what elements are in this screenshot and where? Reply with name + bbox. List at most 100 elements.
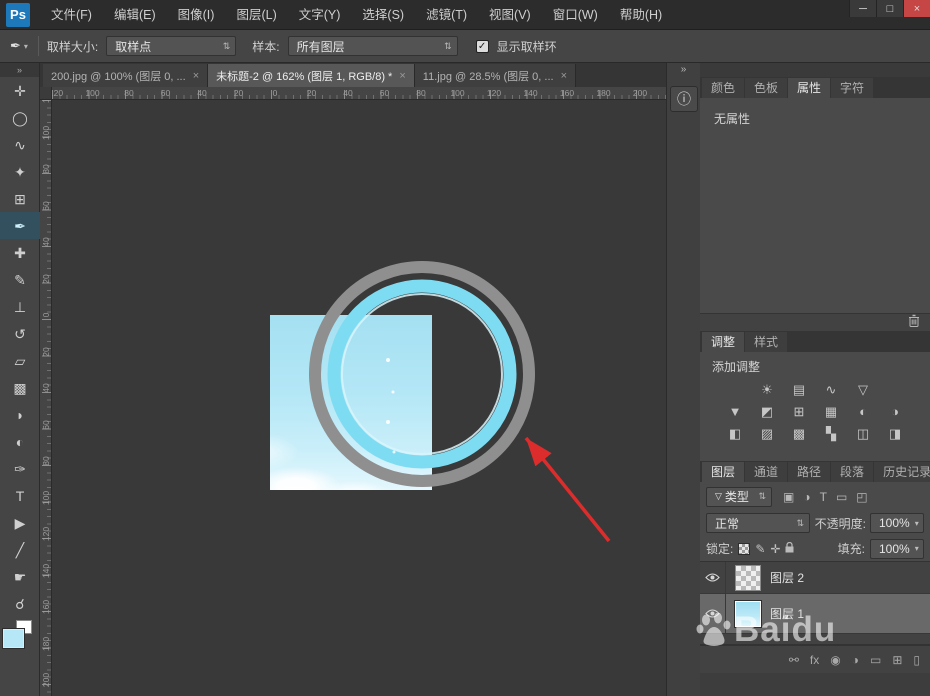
invert-icon[interactable]: ▨ xyxy=(756,426,778,441)
layer-row-1[interactable]: 图层 1 xyxy=(700,594,930,634)
gradient-tool-icon[interactable]: ▩ xyxy=(0,374,40,401)
menu-item-6[interactable]: 滤镜(T) xyxy=(415,0,478,30)
panel-tab-group1_tabs-2[interactable]: 属性 xyxy=(788,78,830,98)
hue-saturation-icon[interactable]: ◩ xyxy=(756,404,778,419)
type-tool-icon[interactable]: T xyxy=(0,482,40,509)
sample-select[interactable]: 所有图层 ⇅ xyxy=(288,36,458,56)
layer-thumbnail-0[interactable] xyxy=(735,565,761,591)
menu-item-7[interactable]: 视图(V) xyxy=(478,0,542,30)
blend-mode-select[interactable]: 正常 ⇅ xyxy=(706,513,810,533)
show-sample-ring-checkbox[interactable]: ✓ xyxy=(476,40,489,53)
layer-thumbnail-1[interactable] xyxy=(735,601,761,627)
color-lookup-icon[interactable]: ◧ xyxy=(724,426,746,441)
panel-tab-group1_tabs-0[interactable]: 颜色 xyxy=(702,78,744,98)
layer-mask-icon[interactable]: ◉ xyxy=(830,654,840,666)
visibility-eye-icon[interactable] xyxy=(700,594,726,633)
pen-tool-icon[interactable]: ✑ xyxy=(0,455,40,482)
canvas[interactable] xyxy=(52,100,666,696)
curves-icon[interactable]: ∿ xyxy=(820,382,842,397)
panel-tab-group3_tabs-1[interactable]: 通道 xyxy=(745,462,787,482)
line-tool-icon[interactable]: ╱ xyxy=(0,536,40,563)
menu-item-0[interactable]: 文件(F) xyxy=(40,0,103,30)
adjustment-layer-icon[interactable]: ◑ xyxy=(852,654,859,666)
opacity-select[interactable]: 100% ▾ xyxy=(870,513,924,533)
crop-tool-icon[interactable]: ⊞ xyxy=(0,185,40,212)
trash-icon[interactable] xyxy=(908,314,920,332)
clone-stamp-tool-icon[interactable]: ⊥ xyxy=(0,293,40,320)
lasso-tool-icon[interactable]: ∿ xyxy=(0,131,40,158)
close-button[interactable]: × xyxy=(903,0,930,17)
brightness-contrast-icon[interactable]: ☀ xyxy=(756,382,778,397)
document-tab-1[interactable]: 未标题-2 @ 162% (图层 1, RGB/8) *× xyxy=(208,64,415,87)
layer-filter-type-select[interactable]: ▽ 类型 ⇅ xyxy=(706,487,772,507)
panel-tab-group3_tabs-2[interactable]: 路径 xyxy=(788,462,830,482)
layer-group-icon[interactable]: ▭ xyxy=(870,654,881,666)
posterize-icon[interactable]: ▩ xyxy=(788,426,810,441)
black-white-icon[interactable]: ▦ xyxy=(820,404,842,419)
pixel-layer-filter-icon[interactable]: ▣ xyxy=(783,490,794,504)
close-tab-icon[interactable]: × xyxy=(399,70,405,82)
threshold-icon[interactable]: ▚ xyxy=(820,426,842,441)
panel-tab-group3_tabs-4[interactable]: 历史记录 xyxy=(874,462,930,482)
marquee-tool-icon[interactable]: ◯ xyxy=(0,104,40,131)
exposure-icon[interactable]: ▽ xyxy=(852,382,874,397)
delete-layer-icon[interactable]: ▯ xyxy=(913,654,920,666)
blur-tool-icon[interactable]: ◗ xyxy=(0,401,40,428)
menu-item-8[interactable]: 窗口(W) xyxy=(542,0,609,30)
panel-tab-group3_tabs-0[interactable]: 图层 xyxy=(702,462,744,482)
toolbar-collapse-icon[interactable]: » xyxy=(0,63,39,77)
shape-layer-filter-icon[interactable]: ▭ xyxy=(836,490,847,504)
gradient-map-icon[interactable]: ◫ xyxy=(852,426,874,441)
menu-item-9[interactable]: 帮助(H) xyxy=(609,0,673,30)
eyedropper-tool-icon[interactable]: ✒ xyxy=(0,212,40,239)
layer-row-0[interactable]: 图层 2 xyxy=(700,562,930,594)
panel-tab-group1_tabs-3[interactable]: 字符 xyxy=(831,78,873,98)
foreground-color-swatch[interactable] xyxy=(3,629,24,648)
panel-tab-group2_tabs-1[interactable]: 样式 xyxy=(745,332,787,352)
smart-object-filter-icon[interactable]: ◰ xyxy=(856,490,867,504)
hand-tool-icon[interactable]: ☛ xyxy=(0,563,40,590)
eraser-tool-icon[interactable]: ▱ xyxy=(0,347,40,374)
menu-item-1[interactable]: 编辑(E) xyxy=(103,0,167,30)
dodge-tool-icon[interactable]: ◐ xyxy=(0,428,40,455)
channel-mixer-icon[interactable]: ◑ xyxy=(884,404,906,419)
document-tab-0[interactable]: 200.jpg @ 100% (图层 0, ...× xyxy=(43,64,208,87)
sample-size-select[interactable]: 取样点 ⇅ xyxy=(106,36,236,56)
close-tab-icon[interactable]: × xyxy=(193,70,199,82)
menu-item-4[interactable]: 文字(Y) xyxy=(288,0,352,30)
menu-item-3[interactable]: 图层(L) xyxy=(225,0,287,30)
panel-tab-group2_tabs-0[interactable]: 调整 xyxy=(702,332,744,352)
minimize-button[interactable]: ─ xyxy=(849,0,876,17)
healing-brush-tool-icon[interactable]: ✚ xyxy=(0,239,40,266)
close-tab-icon[interactable]: × xyxy=(561,70,567,82)
vibrance-icon[interactable]: ▼ xyxy=(724,404,746,419)
new-layer-icon[interactable]: ⊞ xyxy=(892,654,902,666)
visibility-eye-icon[interactable] xyxy=(700,562,726,593)
color-balance-icon[interactable]: ⊞ xyxy=(788,404,810,419)
panel-tab-group1_tabs-1[interactable]: 色板 xyxy=(745,78,787,98)
info-panel-button[interactable]: ⓘ xyxy=(670,86,698,112)
layer-style-icon[interactable]: fx xyxy=(810,654,819,666)
selective-color-icon[interactable]: ◨ xyxy=(884,426,906,441)
move-tool-icon[interactable]: ✛ xyxy=(0,77,40,104)
zoom-tool-icon[interactable]: ☌ xyxy=(0,590,40,617)
document-tab-2[interactable]: 11.jpg @ 28.5% (图层 0, ...× xyxy=(415,64,576,87)
lock-transparency-icon[interactable] xyxy=(738,543,750,555)
photo-filter-icon[interactable]: ◐ xyxy=(852,404,874,419)
menu-item-5[interactable]: 选择(S) xyxy=(351,0,415,30)
levels-icon[interactable]: ▤ xyxy=(788,382,810,397)
type-layer-filter-icon[interactable]: T xyxy=(820,490,827,504)
lock-all-icon[interactable] xyxy=(785,540,794,558)
brush-tool-icon[interactable]: ✎ xyxy=(0,266,40,293)
link-layers-icon[interactable]: ⚯ xyxy=(789,654,799,666)
lock-pixels-icon[interactable]: ✎ xyxy=(755,542,765,556)
menu-item-2[interactable]: 图像(I) xyxy=(167,0,226,30)
path-selection-tool-icon[interactable]: ▶ xyxy=(0,509,40,536)
tool-preset-picker[interactable]: ✒ ▾ xyxy=(8,36,39,56)
maximize-button[interactable]: □ xyxy=(876,0,903,17)
quick-selection-tool-icon[interactable]: ✦ xyxy=(0,158,40,185)
panel-tab-group3_tabs-3[interactable]: 段落 xyxy=(831,462,873,482)
adjustment-layer-filter-icon[interactable]: ◑ xyxy=(803,490,810,504)
collapse-panels-icon[interactable]: » xyxy=(667,63,700,77)
history-brush-tool-icon[interactable]: ↺ xyxy=(0,320,40,347)
